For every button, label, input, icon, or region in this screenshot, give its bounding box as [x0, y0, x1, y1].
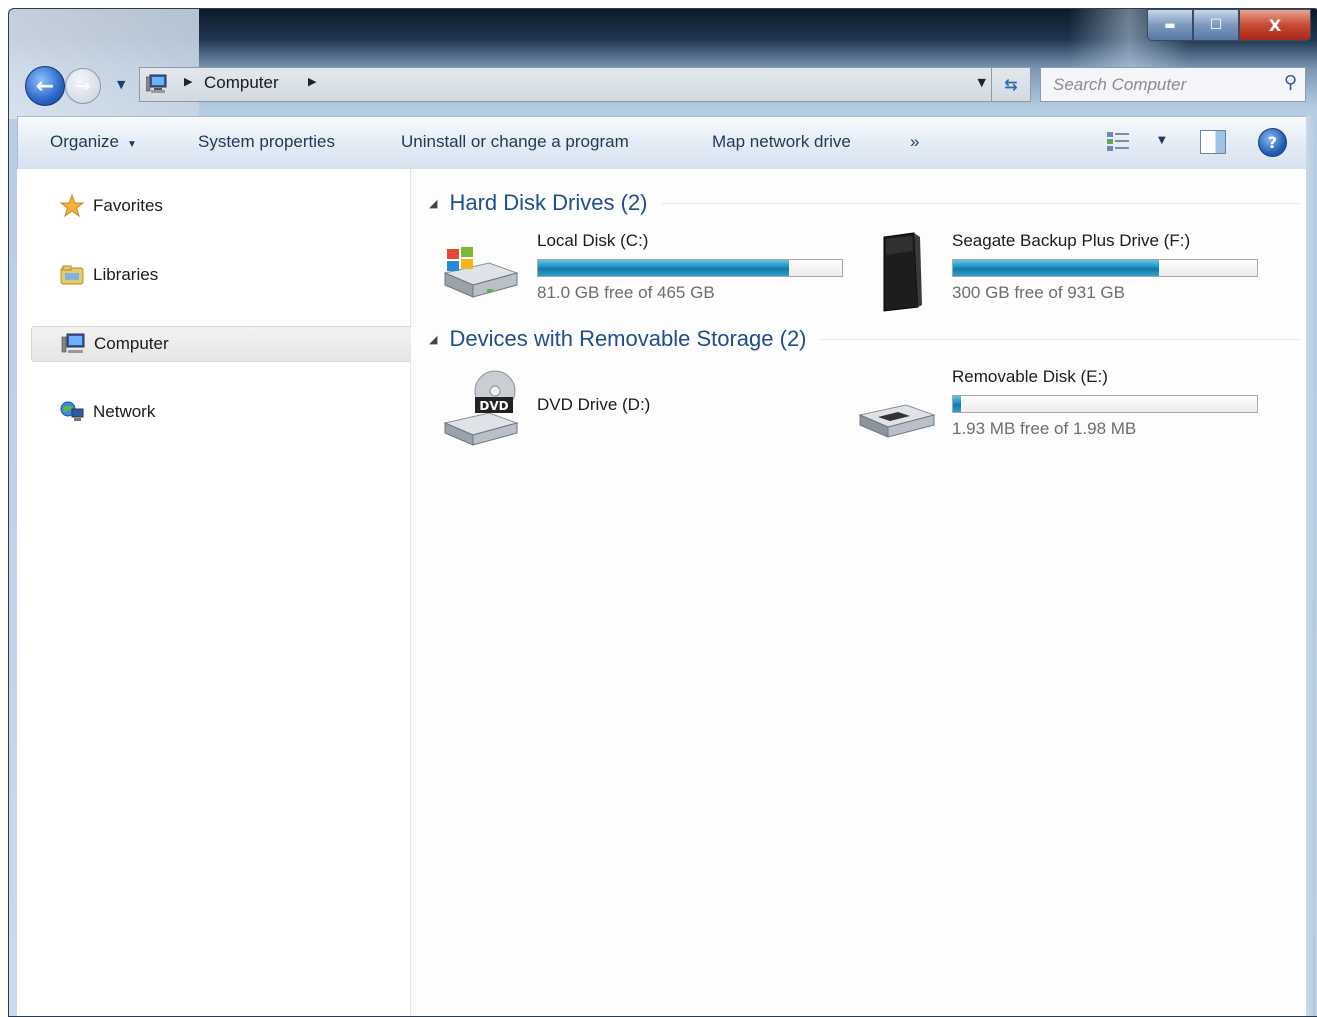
nav-label-network: Network: [93, 402, 156, 421]
drive-free-space: 300 GB free of 931 GB: [952, 283, 1125, 302]
recent-pages-dropdown[interactable]: ▼: [117, 78, 125, 91]
search-box[interactable]: ⚲: [1040, 67, 1306, 102]
group-divider: [820, 338, 1299, 340]
drive-item-dvd-d[interactable]: DVD DVD Drive (D:): [441, 367, 851, 451]
navigation-pane: Favorites Libraries Computer Network: [17, 169, 417, 1016]
drive-free-space: 1.93 MB free of 1.98 MB: [952, 419, 1137, 438]
drive-name: DVD Drive (D:): [537, 395, 651, 414]
window-frame-right: [1306, 116, 1316, 1016]
drive-item-local-disk-c[interactable]: Local Disk (C:) 81.0 GB free of 465 GB: [441, 231, 851, 311]
back-button[interactable]: ←: [25, 66, 65, 106]
drive-usage-fill: [538, 260, 790, 276]
caption-buttons: ▬ ☐ X: [1147, 9, 1311, 41]
group-header-hard-disk-drives[interactable]: ◢ Hard Disk Drives (2): [429, 190, 1299, 216]
nav-item-libraries[interactable]: Libraries: [39, 258, 417, 292]
address-bar[interactable]: ▶ Computer ▶ ▼ ⇆: [139, 67, 1031, 102]
drive-usage-bar: [537, 259, 843, 277]
drive-usage-bar: [952, 395, 1258, 413]
view-options-dropdown-icon[interactable]: ▼: [1158, 135, 1166, 146]
removable-disk-icon: [858, 404, 936, 438]
nav-item-computer[interactable]: Computer: [31, 326, 417, 362]
help-button[interactable]: ?: [1258, 128, 1287, 157]
computer-icon: [60, 332, 86, 356]
refresh-icon: ⇆: [1004, 75, 1018, 94]
drive-usage-fill: [953, 260, 1160, 276]
forward-arrow-icon: →: [75, 75, 91, 97]
network-icon: [59, 400, 85, 424]
group-title: Hard Disk Drives (2): [449, 190, 648, 215]
libraries-icon: [59, 263, 85, 287]
nav-label-computer: Computer: [94, 334, 169, 353]
breadcrumb-arrow-icon[interactable]: ▶: [308, 75, 316, 88]
breadcrumb-computer[interactable]: Computer: [204, 73, 279, 93]
organize-button[interactable]: Organize ▼: [50, 132, 137, 152]
search-input[interactable]: [1041, 68, 1275, 101]
drive-item-seagate-f[interactable]: Seagate Backup Plus Drive (F:) 300 GB fr…: [856, 231, 1276, 312]
search-icon[interactable]: ⚲: [1284, 72, 1297, 93]
back-arrow-icon: ←: [35, 73, 55, 99]
uninstall-program-button[interactable]: Uninstall or change a program: [401, 132, 629, 152]
change-view-icon[interactable]: [1106, 131, 1132, 153]
explorer-window: ▬ ☐ X ← → ▼ ▶ Computer ▶ ▼ ⇆ ⚲ Organize ▼…: [8, 8, 1317, 1017]
system-properties-button[interactable]: System properties: [198, 132, 335, 152]
nav-item-favorites[interactable]: Favorites: [39, 189, 417, 223]
nav-item-network[interactable]: Network: [39, 395, 417, 429]
breadcrumb-root-arrow-icon[interactable]: ▶: [184, 75, 192, 88]
preview-pane-button[interactable]: [1200, 130, 1226, 154]
group-divider: [661, 202, 1299, 204]
dvd-badge: DVD: [479, 399, 508, 413]
organize-label: Organize: [50, 132, 119, 151]
maximize-button[interactable]: ☐: [1193, 9, 1239, 41]
forward-button[interactable]: →: [65, 68, 101, 104]
nav-label-favorites: Favorites: [93, 196, 163, 215]
star-icon: [59, 194, 85, 218]
address-history-dropdown-icon[interactable]: ▼: [978, 76, 986, 89]
content-pane: ◢ Hard Disk Drives (2) Local Disk (C:) 8…: [411, 169, 1306, 1016]
more-commands-button[interactable]: »: [910, 132, 919, 152]
computer-icon: [146, 74, 167, 93]
dvd-drive-icon: DVD: [443, 370, 519, 446]
drive-name: Local Disk (C:): [537, 231, 649, 250]
command-bar: Organize ▼ System properties Uninstall or…: [17, 116, 1309, 170]
drive-usage-fill: [953, 396, 961, 412]
drive-usage-bar: [952, 259, 1258, 277]
drive-name: Removable Disk (E:): [952, 367, 1108, 386]
drive-item-removable-e[interactable]: Removable Disk (E:) 1.93 MB free of 1.98…: [856, 367, 1276, 451]
map-network-drive-button[interactable]: Map network drive: [712, 132, 851, 152]
drive-free-space: 81.0 GB free of 465 GB: [537, 283, 715, 302]
drive-name: Seagate Backup Plus Drive (F:): [952, 231, 1191, 250]
external-drive-icon: [883, 232, 922, 312]
minimize-button[interactable]: ▬: [1147, 9, 1193, 41]
chevron-down-icon: ▼: [126, 139, 137, 150]
windows-hdd-icon: [443, 247, 519, 298]
collapse-triangle-icon[interactable]: ◢: [429, 333, 437, 346]
refresh-button[interactable]: ⇆: [991, 68, 1030, 101]
group-title: Devices with Removable Storage (2): [449, 326, 807, 351]
group-header-removable-storage[interactable]: ◢ Devices with Removable Storage (2): [429, 326, 1299, 352]
close-button[interactable]: X: [1239, 9, 1311, 41]
nav-label-libraries: Libraries: [93, 265, 159, 284]
collapse-triangle-icon[interactable]: ◢: [429, 197, 437, 210]
